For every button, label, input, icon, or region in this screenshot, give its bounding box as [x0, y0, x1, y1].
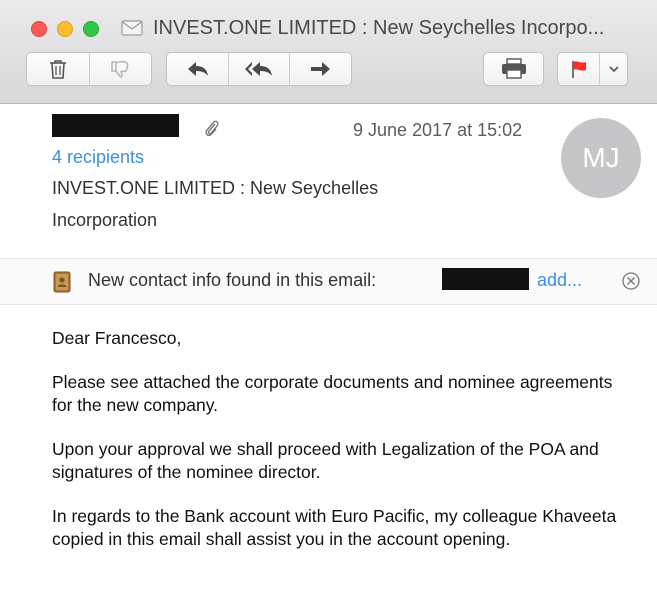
message-subject: INVEST.ONE LIMITED : New Seychelles Inco…	[52, 178, 379, 230]
flag-icon	[571, 61, 586, 78]
minimize-window-button[interactable]	[57, 21, 73, 37]
reply-all-button[interactable]	[228, 53, 288, 85]
envelope-icon	[121, 20, 143, 36]
forward-button[interactable]	[288, 53, 351, 85]
arrow-right-icon	[311, 62, 331, 76]
trash-icon	[49, 60, 66, 79]
printer-icon	[501, 58, 526, 79]
flag-menu-button[interactable]	[599, 53, 627, 85]
print-button[interactable]	[483, 52, 544, 86]
add-contact-link[interactable]: add...	[537, 270, 582, 291]
close-window-button[interactable]	[31, 21, 47, 37]
sender-avatar: MJ	[561, 118, 641, 198]
body-paragraph-1: Please see attached the corporate docume…	[52, 372, 613, 415]
zoom-window-button[interactable]	[83, 21, 99, 37]
flag-button-group	[557, 52, 628, 86]
recipients-link[interactable]: 4 recipients	[52, 147, 144, 168]
flag-button[interactable]	[558, 53, 599, 85]
paperclip-icon	[205, 120, 219, 137]
reply-icon	[187, 62, 208, 76]
message-date: 9 June 2017 at 15:02	[353, 120, 523, 140]
junk-button[interactable]	[88, 53, 152, 85]
dismiss-banner-icon[interactable]	[621, 271, 641, 291]
contact-redaction	[442, 268, 529, 290]
reply-button[interactable]	[167, 53, 228, 85]
print-segment[interactable]	[484, 53, 543, 85]
contact-banner-text: New contact info found in this email:	[88, 270, 377, 290]
delete-button[interactable]	[27, 53, 89, 85]
window-title: INVEST.ONE LIMITED : New Seychelles Inco…	[153, 17, 605, 39]
thumbs-down-icon	[111, 60, 129, 78]
avatar-initials: MJ	[582, 142, 620, 173]
delete-junk-group	[26, 52, 152, 86]
body-paragraph-3: In regards to the Bank account with Euro…	[52, 506, 617, 549]
contact-info-banner: New contact info found in this email: ad…	[0, 258, 657, 305]
body-greeting: Dear Francesco,	[52, 328, 182, 348]
message-body: Dear Francesco, Please see attached the …	[52, 327, 632, 572]
address-book-icon	[53, 271, 71, 293]
sender-redaction	[52, 114, 179, 137]
chevron-down-icon	[609, 66, 619, 73]
reply-all-icon	[245, 62, 272, 76]
body-paragraph-2: Upon your approval we shall proceed with…	[52, 439, 599, 482]
reply-forward-group	[166, 52, 352, 86]
window-titlebar: INVEST.ONE LIMITED : New Seychelles Inco…	[0, 0, 657, 104]
